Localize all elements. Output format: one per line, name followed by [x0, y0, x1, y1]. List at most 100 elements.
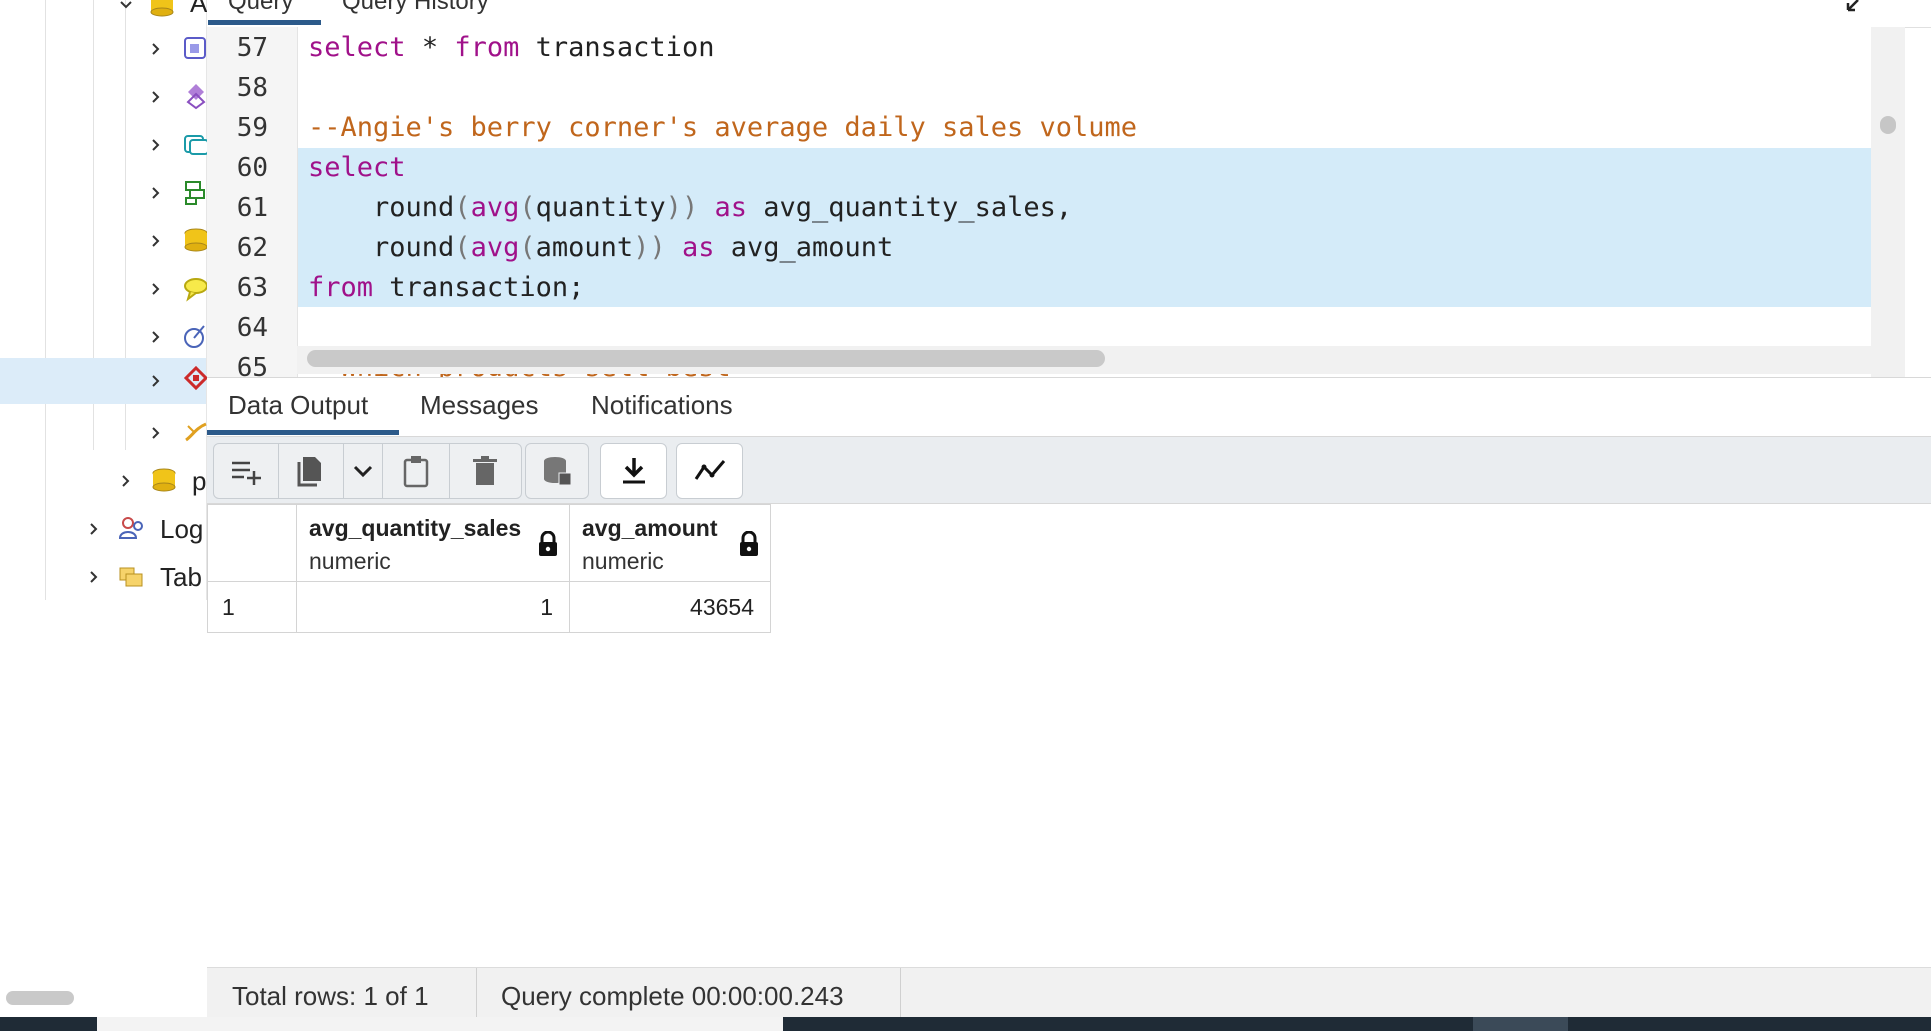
chevron-right-icon[interactable]: [150, 375, 162, 387]
tab-messages[interactable]: Messages: [420, 390, 539, 421]
tab-active-indicator: [207, 430, 399, 435]
chevron-right-icon[interactable]: [150, 187, 162, 199]
column-header[interactable]: avg_quantity_sales numeric: [296, 504, 570, 582]
tree-item-fts-configurations[interactable]: [0, 122, 209, 168]
chevron-right-icon[interactable]: [150, 43, 162, 55]
cell-avg-amount[interactable]: 43654: [569, 581, 771, 633]
extension-icon: [182, 366, 210, 394]
ftsconfig-icon: [182, 130, 210, 158]
tree-item-label: p: [192, 466, 207, 496]
code-line[interactable]: --Angie's berry corner's average daily s…: [308, 112, 1137, 143]
edit-button-group: [213, 443, 522, 499]
total-rows-status: Total rows: 1 of 1: [232, 981, 429, 1011]
event-trigger-icon: [182, 322, 210, 350]
tree-item-extensions[interactable]: [0, 358, 209, 404]
add-row-button[interactable]: [214, 444, 278, 498]
domain-icon: [182, 82, 210, 110]
delete-icon: [473, 456, 497, 485]
download-icon: [622, 458, 645, 484]
column-header[interactable]: avg_amount numeric: [569, 504, 771, 582]
collapse-icon[interactable]: [1844, 0, 1864, 14]
tree-item-foreign-tables[interactable]: [0, 218, 208, 264]
tree-item-login-roles[interactable]: Log: [0, 506, 206, 552]
column-type: numeric: [309, 548, 391, 574]
download-button[interactable]: [600, 443, 667, 499]
line-number-gutter: 57 58 59 60 61 62 63 64 65: [207, 27, 298, 377]
graph-visualiser-button[interactable]: [676, 443, 743, 499]
graph-visualiser-icon: [694, 460, 725, 480]
cell-avg-quantity-sales[interactable]: 1: [296, 581, 570, 633]
tab-active-indicator: [208, 20, 321, 25]
code-line[interactable]: round(avg(quantity)) as avg_quantity_sal…: [308, 192, 1072, 223]
database-icon: [150, 466, 178, 494]
tab-query-history[interactable]: Query History: [342, 0, 489, 16]
tree-item-fts-parsers[interactable]: [0, 170, 206, 216]
tab-data-output[interactable]: Data Output: [228, 390, 368, 421]
row-number[interactable]: 1: [207, 581, 297, 633]
tab-notifications[interactable]: Notifications: [591, 390, 733, 421]
chevron-down-icon: [353, 465, 373, 478]
editor-horizontal-scroll-thumb[interactable]: [307, 350, 1105, 367]
tree-item-label: Log: [160, 514, 204, 544]
chevron-right-icon[interactable]: [150, 427, 162, 439]
tree-item-database-p[interactable]: p: [0, 458, 206, 504]
table-row[interactable]: 1 1 43654: [207, 581, 771, 633]
code-line[interactable]: from transaction;: [308, 272, 584, 303]
taskbar-search[interactable]: [97, 1017, 783, 1031]
chevron-right-icon[interactable]: [150, 139, 162, 151]
chevron-right-icon[interactable]: [120, 475, 132, 487]
add-row-icon: [232, 461, 261, 485]
tree-horizontal-scrollbar[interactable]: [6, 991, 74, 1005]
language-icon: [182, 418, 210, 446]
tab-query[interactable]: Query: [228, 0, 293, 16]
database-icon: [148, 0, 176, 19]
line-number: 60: [236, 153, 268, 183]
tree-item-event-triggers[interactable]: [0, 314, 206, 360]
delete-button[interactable]: [450, 444, 520, 498]
chevron-right-icon[interactable]: [150, 235, 162, 247]
grid-header-row: avg_quantity_sales numeric avg_amount nu…: [207, 504, 771, 582]
code-line[interactable]: select: [308, 152, 406, 183]
tree-item-label: A: [190, 0, 208, 18]
code-line[interactable]: select * from transaction: [308, 32, 714, 63]
column-name: avg_quantity_sales: [309, 515, 522, 541]
status-bar: Total rows: 1 of 1 Query complete 00:00:…: [207, 967, 1931, 1021]
tree-item-database-a[interactable]: A: [0, 0, 208, 28]
query-complete-status: Query complete 00:00:00.243: [501, 981, 844, 1011]
chevron-down-icon[interactable]: [120, 0, 132, 11]
tree-item-languages[interactable]: [0, 410, 207, 456]
tree-item-tablespaces[interactable]: Tab: [0, 554, 206, 600]
copy-button[interactable]: [279, 444, 343, 498]
paste-icon: [403, 456, 429, 488]
line-number: 64: [236, 313, 268, 343]
chevron-right-icon[interactable]: [150, 91, 162, 103]
login-roles-icon: [118, 514, 146, 542]
chevron-right-icon[interactable]: [88, 523, 100, 535]
editor-vertical-scrollbar[interactable]: [1871, 27, 1905, 377]
line-number: 61: [236, 193, 268, 223]
tree-item-collations[interactable]: [0, 26, 206, 72]
results-tab-bar: Data Output Messages Notifications: [207, 378, 1931, 437]
chevron-right-icon[interactable]: [88, 571, 100, 583]
editor-vertical-scroll-thumb[interactable]: [1880, 116, 1896, 134]
paste-button[interactable]: [383, 444, 449, 498]
chevron-right-icon[interactable]: [150, 331, 162, 343]
line-number: 59: [236, 113, 268, 143]
sql-editor[interactable]: 57 58 59 60 61 62 63 64 65 select * from…: [207, 27, 1905, 377]
lock-icon: [740, 531, 758, 556]
taskbar-app-button[interactable]: [1473, 1017, 1568, 1031]
foreign-table-icon: [182, 226, 210, 254]
line-number: 63: [236, 273, 268, 303]
tree-item-domains[interactable]: [0, 74, 206, 120]
column-type: numeric: [582, 548, 664, 574]
save-data-button[interactable]: [525, 443, 589, 499]
object-explorer-tree: A p Log Tab: [0, 0, 209, 600]
tree-item-comments[interactable]: [0, 266, 208, 312]
editor-tab-bar: Query Query History: [207, 0, 1931, 28]
line-number: 58: [236, 73, 268, 103]
collation-icon: [182, 34, 210, 62]
copy-options-button[interactable]: [344, 444, 382, 498]
chevron-right-icon[interactable]: [150, 283, 162, 295]
code-line[interactable]: round(avg(amount)) as avg_amount: [308, 232, 893, 263]
lock-icon: [539, 531, 557, 556]
